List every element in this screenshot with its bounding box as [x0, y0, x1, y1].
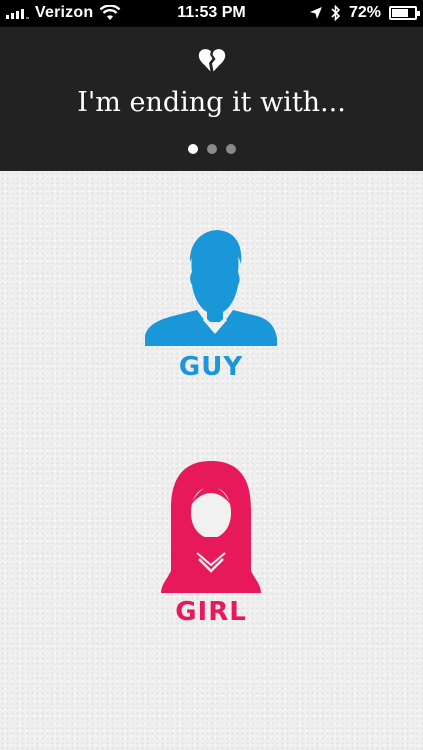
male-avatar-icon — [145, 230, 277, 346]
broken-heart-icon — [198, 49, 226, 72]
battery-icon — [389, 6, 420, 20]
battery-percentage: 72% — [348, 4, 381, 21]
page-dot-2[interactable] — [206, 144, 217, 154]
female-avatar-icon — [161, 461, 261, 593]
page-dot-3[interactable] — [225, 144, 236, 154]
guy-choice-button[interactable]: GUY — [111, 228, 311, 388]
bluetooth-icon — [331, 5, 341, 21]
status-bar-right: 72% — [309, 4, 420, 22]
girl-label: GIRL — [175, 597, 247, 627]
page-indicator[interactable] — [0, 144, 423, 154]
guy-label: GUY — [178, 352, 244, 382]
location-arrow-icon — [309, 7, 322, 19]
girl-choice-button[interactable]: GIRL — [111, 461, 311, 631]
header: I'm ending it with... — [0, 27, 423, 171]
content-area: GUY GIRL — [0, 171, 423, 750]
status-bar: Verizon 11:53 PM 72% — [0, 0, 423, 27]
page-dot-1[interactable] — [187, 144, 198, 154]
page-title: I'm ending it with... — [77, 87, 346, 118]
battery-fill — [392, 9, 408, 17]
